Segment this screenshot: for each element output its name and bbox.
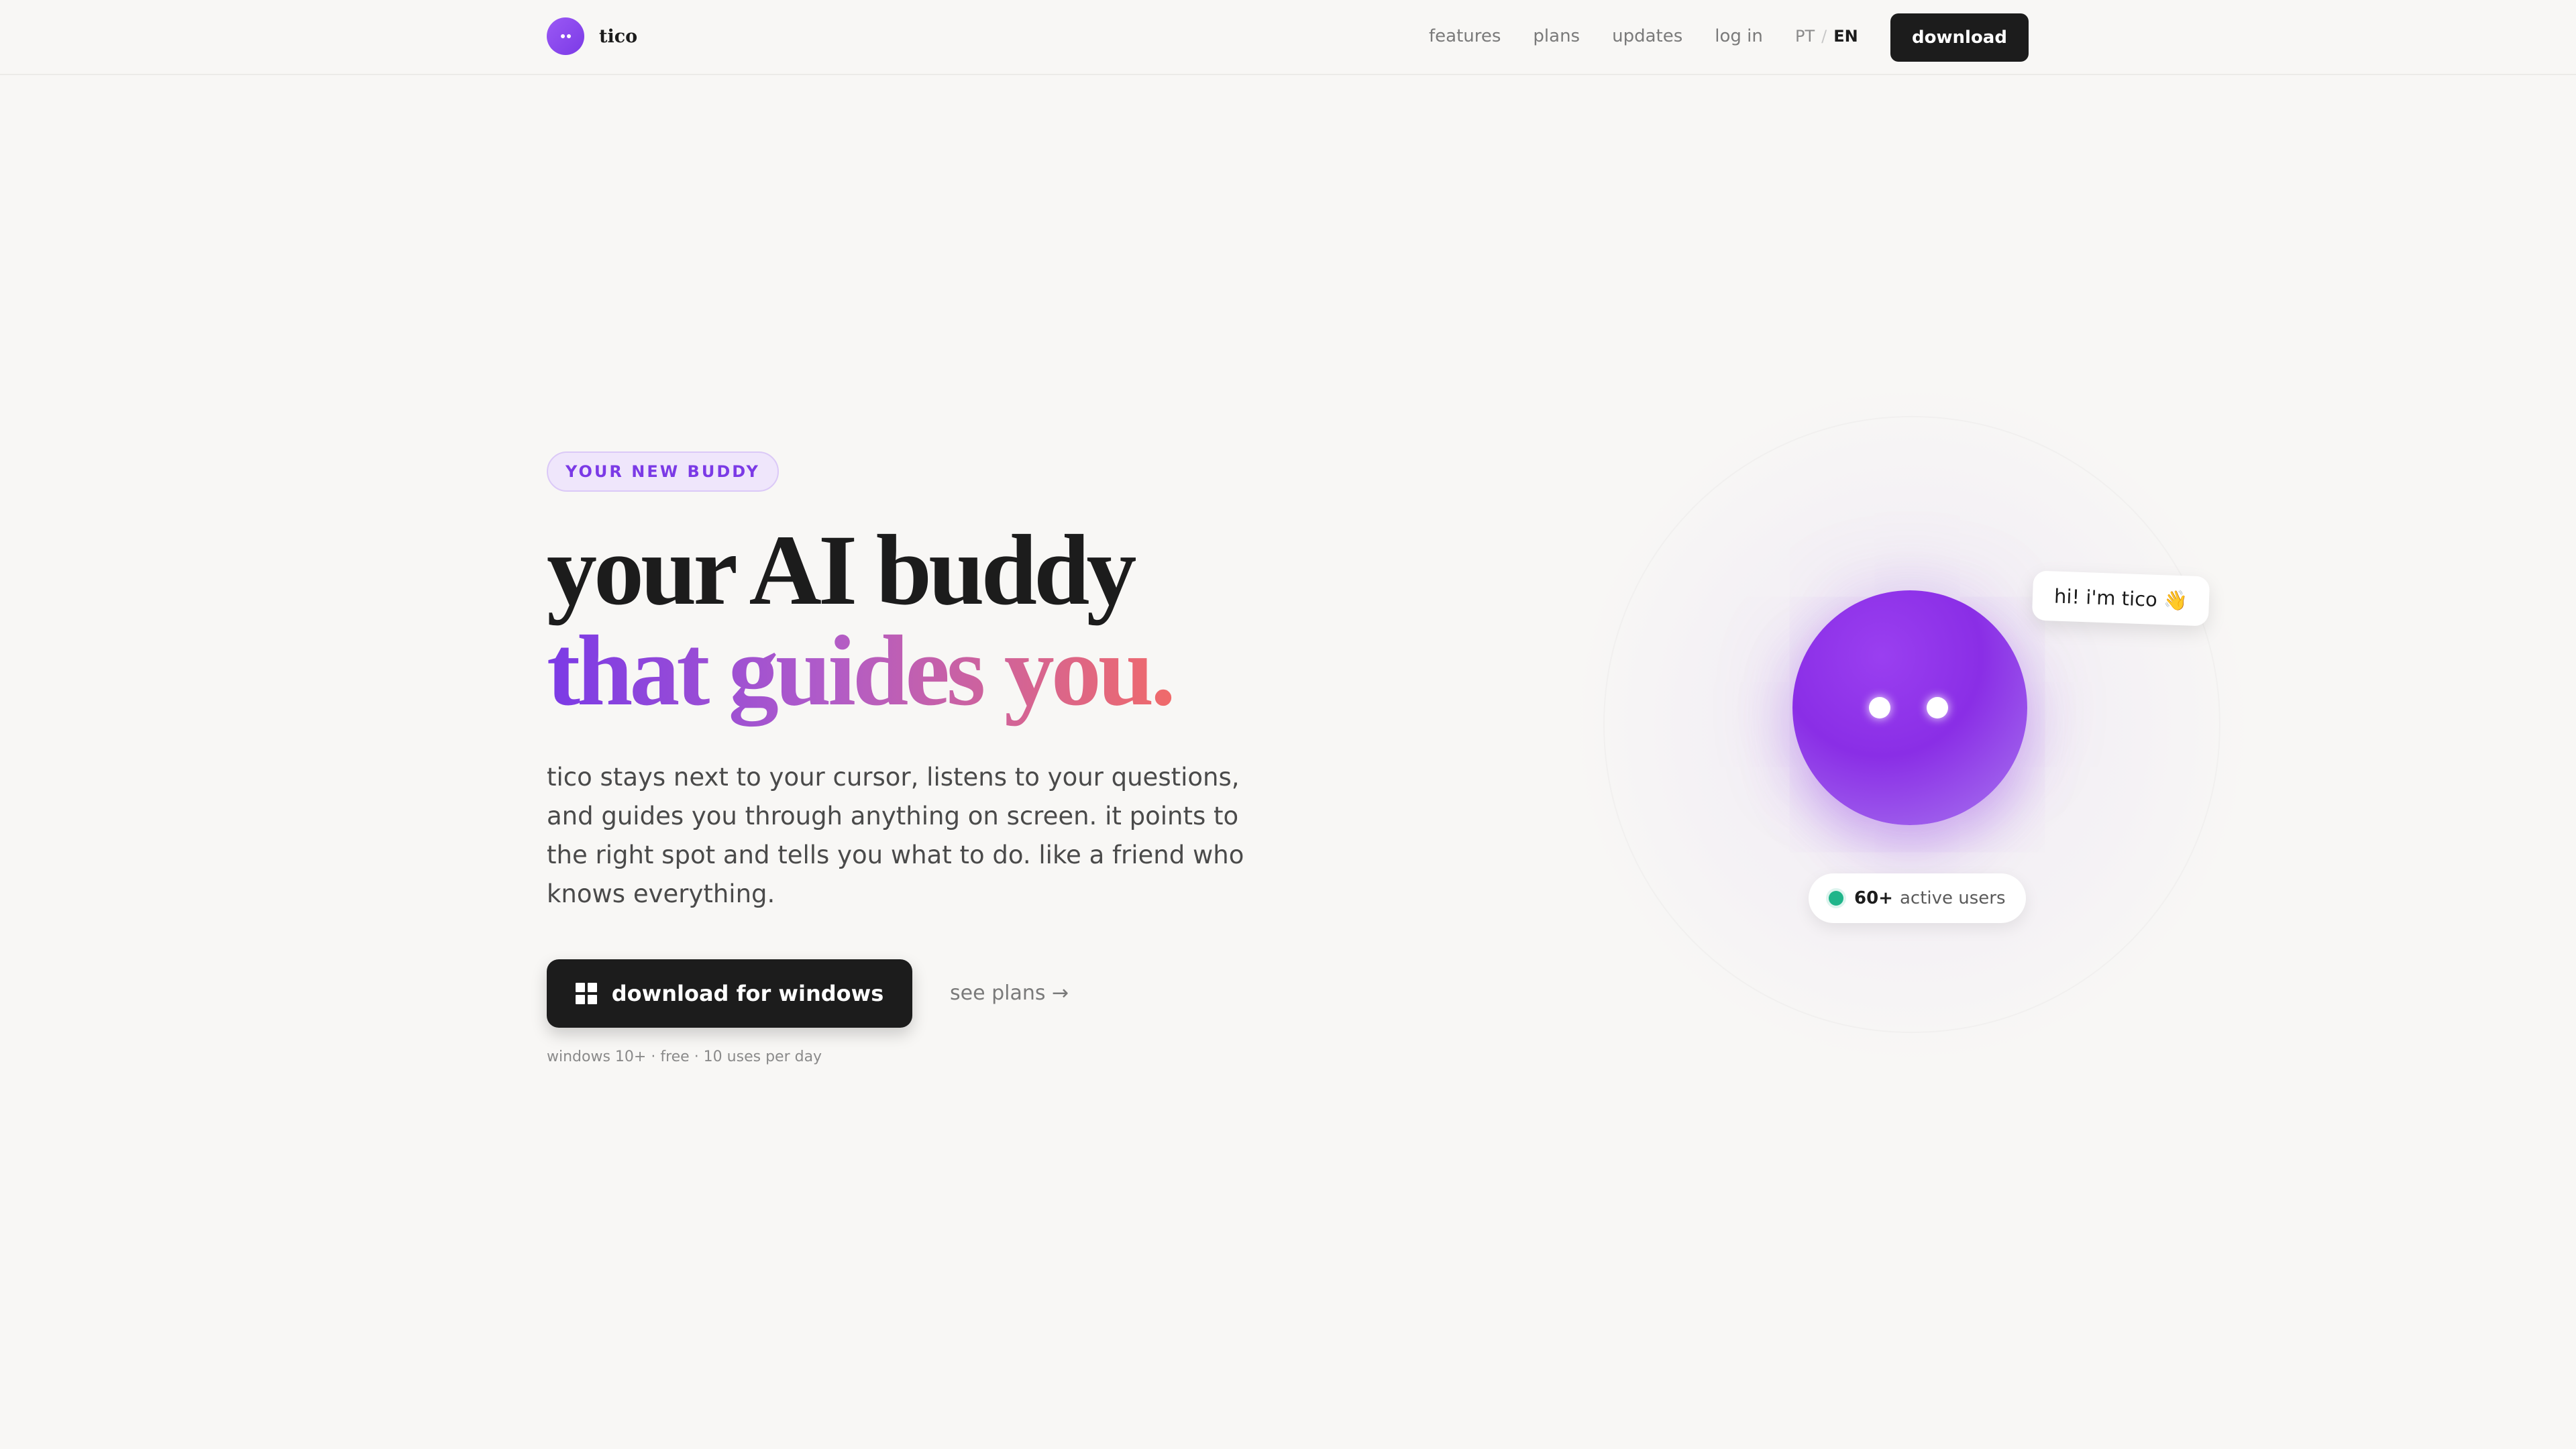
hero-badge: YOUR NEW BUDDY bbox=[547, 451, 779, 492]
nav-download-button[interactable]: download bbox=[1890, 13, 2029, 62]
nav-link-updates[interactable]: updates bbox=[1612, 26, 1682, 46]
mascot-eye-left bbox=[1869, 697, 1890, 718]
online-status-dot bbox=[1829, 891, 1843, 906]
lang-separator: / bbox=[1821, 27, 1827, 46]
hero-subtext: tico stays next to your cursor, listens … bbox=[547, 763, 1244, 908]
active-users-label: active users bbox=[1899, 888, 2006, 908]
brand[interactable]: tico bbox=[547, 17, 637, 55]
tico-face-icon bbox=[547, 17, 584, 55]
nav-link-plans[interactable]: plans bbox=[1533, 26, 1580, 46]
nav-links: features plans updates log in bbox=[1429, 0, 1795, 72]
mascot-eye-right bbox=[1927, 697, 1948, 718]
see-plans-link[interactable]: see plans → bbox=[950, 979, 1069, 1008]
brand-name: tico bbox=[599, 25, 638, 47]
active-users-pill: 60+ active users bbox=[1809, 873, 2026, 923]
lang-en[interactable]: EN bbox=[1833, 27, 1858, 46]
lang-pt[interactable]: PT bbox=[1795, 27, 1815, 46]
hero-headline: your AI buddy that guides you. bbox=[547, 515, 1176, 729]
landing-page: tico features plans updates log in PT / … bbox=[0, 0, 2576, 1449]
download-windows-label: download for windows bbox=[611, 981, 884, 1006]
active-users-count: 60+ bbox=[1854, 888, 1893, 908]
nav-link-features[interactable]: features bbox=[1429, 26, 1501, 46]
download-windows-button[interactable]: download for windows bbox=[547, 959, 912, 1028]
headline-line-1: your AI buddy bbox=[547, 515, 1136, 626]
headline-line-2: that guides you. bbox=[547, 621, 1176, 729]
tico-mascot bbox=[1792, 590, 2027, 825]
top-nav: tico features plans updates log in PT / … bbox=[0, 0, 2576, 75]
requirements-note: windows 10+ · free · 10 uses per day bbox=[547, 1049, 822, 1065]
language-switcher: PT / EN bbox=[1795, 0, 1858, 72]
windows-icon bbox=[575, 983, 597, 1004]
greeting-bubble: hi! i'm tico 👋 bbox=[2031, 570, 2210, 627]
nav-link-login[interactable]: log in bbox=[1715, 26, 1763, 46]
